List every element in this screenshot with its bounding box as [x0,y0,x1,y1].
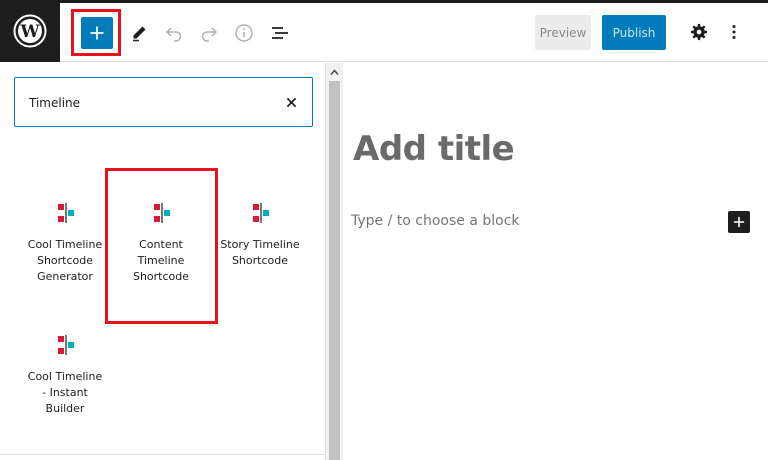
list-view-icon [272,27,288,39]
gear-icon [690,23,708,41]
wordpress-logo-icon[interactable]: W [0,0,60,62]
clear-search-button[interactable] [282,93,300,111]
panel-divider [0,454,326,455]
block-item-label: Content Timeline Shortcode [132,238,190,283]
preview-button[interactable]: Preview [535,15,591,50]
block-item-label: Cool Timeline Shortcode Generator [27,238,103,283]
block-item-content-timeline-shortcode[interactable]: Content Timeline Shortcode [113,201,209,285]
timeline-block-icon [58,203,74,223]
block-item-label: Story Timeline Shortcode [220,238,300,267]
editor-canvas: Add title Type / to choose a block [343,63,768,460]
block-item-story-timeline-shortcode[interactable]: Story Timeline Shortcode [212,201,308,269]
top-edge [0,0,768,3]
options-button[interactable] [726,21,742,43]
pencil-icon [133,26,146,42]
settings-button[interactable] [688,21,710,43]
timeline-block-icon [58,335,74,355]
close-icon [286,97,296,107]
vertical-ellipsis-icon [732,25,736,39]
editor-header: W Preview Publish [0,0,768,62]
post-title-placeholder[interactable]: Add title [353,129,515,169]
block-item-cool-timeline-instant-builder[interactable]: Cool Timeline - Instant Builder [17,333,113,417]
tools-button[interactable] [127,21,151,45]
block-search [14,77,313,127]
details-button[interactable] [232,21,256,45]
svg-text:W: W [19,22,40,42]
timeline-block-icon [253,203,269,223]
block-item-cool-timeline-shortcode-generator[interactable]: Cool Timeline Shortcode Generator [17,201,113,285]
timeline-block-icon [154,203,170,223]
scrollbar-thumb[interactable] [329,81,340,460]
block-inserter-toggle-button[interactable] [81,17,113,49]
add-block-button[interactable] [728,211,750,233]
plus-icon [733,216,745,228]
redo-icon [201,27,218,42]
block-search-input[interactable] [29,92,269,114]
block-inserter-panel: Cool Timeline Shortcode Generator Conten… [0,63,326,460]
undo-button[interactable] [162,21,186,45]
list-view-button[interactable] [268,21,292,45]
plus-icon [90,26,104,40]
undo-icon [165,27,182,42]
block-item-label: Cool Timeline - Instant Builder [27,370,103,415]
publish-button[interactable]: Publish [602,15,666,50]
block-appender-placeholder[interactable]: Type / to choose a block [351,213,520,229]
scroll-up-arrow-icon[interactable] [330,68,339,77]
info-icon [235,24,253,42]
panel-scrollbar[interactable] [326,63,343,460]
redo-button[interactable] [197,21,221,45]
